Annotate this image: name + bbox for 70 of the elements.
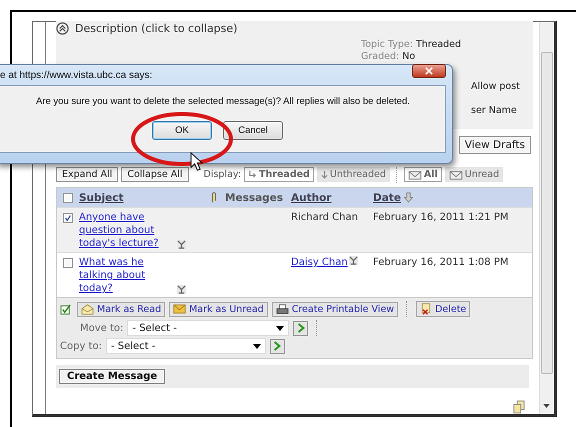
column-header: Messages [225,192,284,204]
sort-arrow-icon [404,192,413,203]
envelope-icon [448,170,463,180]
message-date: February 16, 2011 1:21 PM [373,211,510,225]
scrollbar-thumb[interactable] [541,52,553,374]
dropdown-arrow-icon [252,344,261,348]
go-arrow-button[interactable] [270,338,285,354]
info-text-fragment: ser Name [471,105,517,118]
column-header[interactable]: Author [291,192,332,204]
dialog-message: Are you sure you want to delete the selected message(s)? All replies will also be deleted. [35,95,411,107]
message-action-button[interactable]: Mark as Read [77,302,166,316]
chevron-right-icon [296,323,305,333]
description-toggle[interactable]: Description (click to collapse) [75,22,238,35]
copy-pages-icon[interactable] [513,400,525,414]
message-row[interactable]: What was he talking about today? Daisy Chan February 16, 2011 1:08 PM [57,252,532,297]
column-header[interactable]: Subject [79,192,124,204]
move-to-label: Move to: [80,322,124,334]
open-envelope-icon [81,304,94,314]
column-header[interactable]: Date [373,192,413,204]
info-text-fragment: Allow post [471,81,520,94]
envelope-icon [173,304,186,314]
display-label: Display: [204,169,242,180]
move-to-dropdown[interactable]: - Select - [127,320,290,336]
checked-box-icon [60,304,73,314]
dialog-button[interactable]: OK [152,121,212,140]
collapse-icon[interactable] [56,22,69,35]
collapse-all-button[interactable]: Collapse All [121,167,188,182]
message-row[interactable]: Anyone have question about today's lecture? Richard Chan February 16, 2011 1:21 PM [57,207,532,252]
message-subject-link[interactable]: What was he talking about today? [79,256,175,295]
message-action-button[interactable]: Create Printable View [272,302,398,316]
paperclip-icon [210,191,218,204]
message-action-button[interactable]: Delete [416,301,470,317]
author-link[interactable]: Daisy Chan [291,256,348,269]
copy-to-dropdown[interactable]: - Select - [106,338,266,354]
dropdown-arrow-icon [276,326,284,330]
filter-option[interactable]: All [404,167,442,182]
row-checkbox[interactable] [63,213,73,223]
dialog-title: e at https://www.vista.ubc.ca says: [0,70,152,80]
thread-icon [177,240,186,249]
view-drafts-button[interactable]: View Drafts [458,136,531,154]
display-option[interactable]: Unthreaded [316,167,390,182]
close-button[interactable] [412,64,446,78]
down-arrow-icon [320,170,328,180]
topic-info-text: Topic Type: Threaded [361,39,462,51]
printer-icon [276,304,289,314]
curved-arrow-icon [248,170,258,180]
checkmark-icon [64,214,72,222]
message-date: February 16, 2011 1:08 PM [373,256,510,270]
mouse-pointer-icon [190,152,203,172]
message-subject-link[interactable]: Anyone have question about today's lecture? [79,211,175,250]
select-all-checkbox[interactable] [63,192,73,202]
delete-page-icon [420,303,432,315]
go-arrow-button[interactable] [293,320,308,336]
message-action-button[interactable]: Mark as Unread [169,302,268,316]
chevron-right-icon [273,341,282,351]
author-name: Richard Chan [291,211,358,224]
envelope-icon [408,170,422,180]
expand-all-button[interactable]: Expand All [56,167,118,182]
scrollbar[interactable] [539,22,554,414]
filter-option[interactable]: Unread [444,167,504,182]
dialog-button[interactable]: Cancel [223,121,283,140]
row-checkbox[interactable] [63,258,73,268]
thread-icon [177,285,186,294]
thread-icon [348,256,358,265]
copy-to-label: Copy to: [60,340,102,352]
create-message-button[interactable]: Create Message [59,369,166,384]
scroll-down-arrow-icon[interactable] [543,404,550,408]
display-option[interactable]: Threaded [244,167,314,182]
topic-info-text: Graded: No [361,51,416,63]
close-icon [425,67,433,75]
